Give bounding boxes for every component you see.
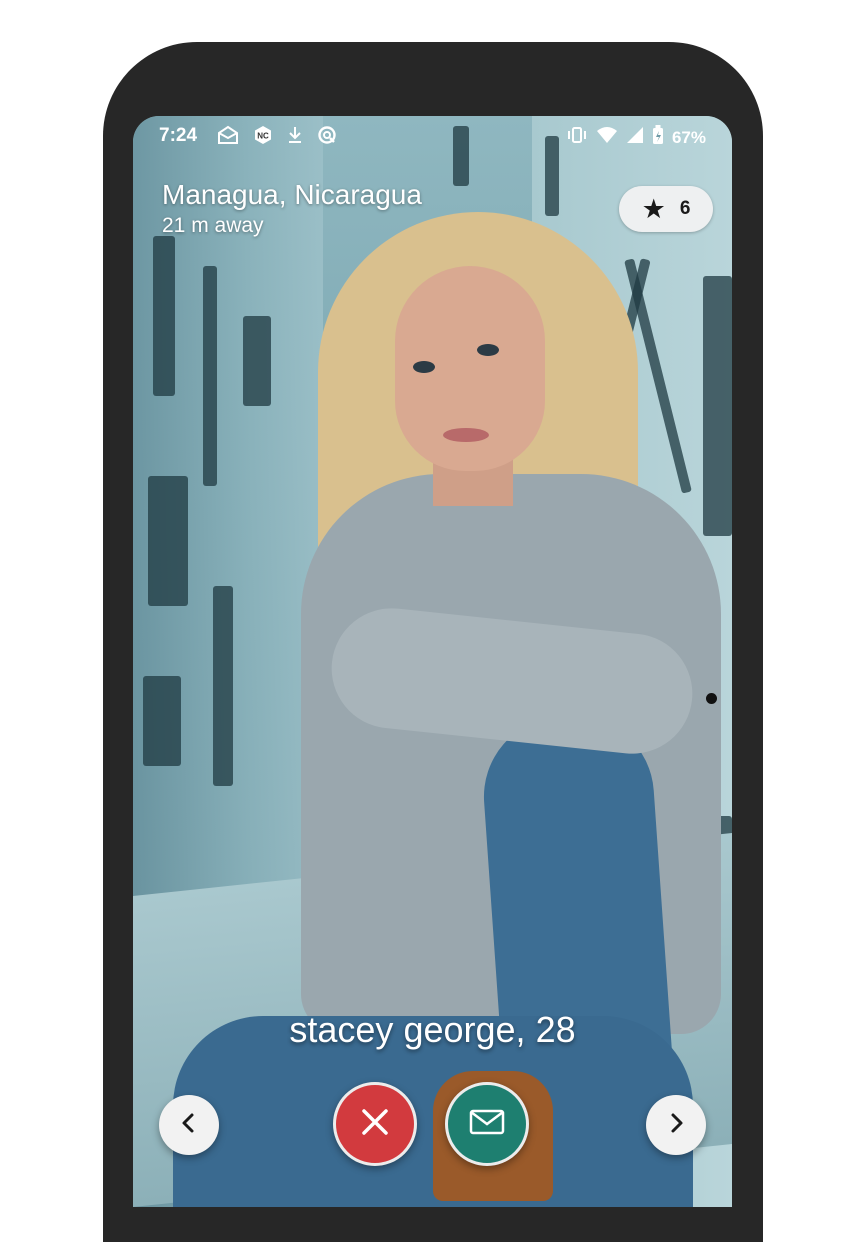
status-bar: 7:24 NC 67%	[133, 116, 732, 156]
message-button[interactable]	[445, 1082, 529, 1166]
chevron-right-icon	[664, 1111, 688, 1140]
profile-name: stacey george,	[289, 1009, 526, 1050]
vibrate-icon	[566, 126, 588, 149]
profile-screen: 7:24 NC 67% Managua, Nicaragua 21 m away…	[133, 116, 732, 1207]
svg-text:NC: NC	[257, 132, 269, 141]
download-icon	[287, 125, 303, 150]
battery-icon	[652, 125, 664, 150]
mail-open-icon	[217, 125, 239, 150]
sync-icon	[317, 125, 337, 150]
profile-age: 28	[535, 1009, 576, 1050]
distance-label: 21 m away	[162, 214, 264, 237]
signal-icon	[626, 126, 644, 149]
next-profile-button[interactable]	[646, 1095, 706, 1155]
reject-button[interactable]	[333, 1082, 417, 1166]
star-count: 6	[679, 198, 691, 219]
photo-indicator-dot	[706, 693, 717, 704]
wifi-icon	[596, 126, 618, 149]
location-label: Managua, Nicaragua	[162, 179, 422, 210]
battery-percent: 67%	[671, 127, 706, 147]
notification-icons: NC	[217, 125, 337, 150]
star-icon: ★	[641, 193, 666, 224]
profile-name-line: stacey george, 28	[133, 1009, 732, 1051]
envelope-icon	[469, 1109, 505, 1140]
chevron-left-icon	[177, 1111, 201, 1140]
previous-profile-button[interactable]	[159, 1095, 219, 1155]
close-icon	[360, 1107, 390, 1142]
status-time: 7:24	[159, 125, 198, 146]
system-icons: 67%	[566, 125, 706, 150]
app-badge-icon: NC	[253, 125, 273, 150]
star-counter-button[interactable]: ★ 6	[619, 186, 713, 232]
